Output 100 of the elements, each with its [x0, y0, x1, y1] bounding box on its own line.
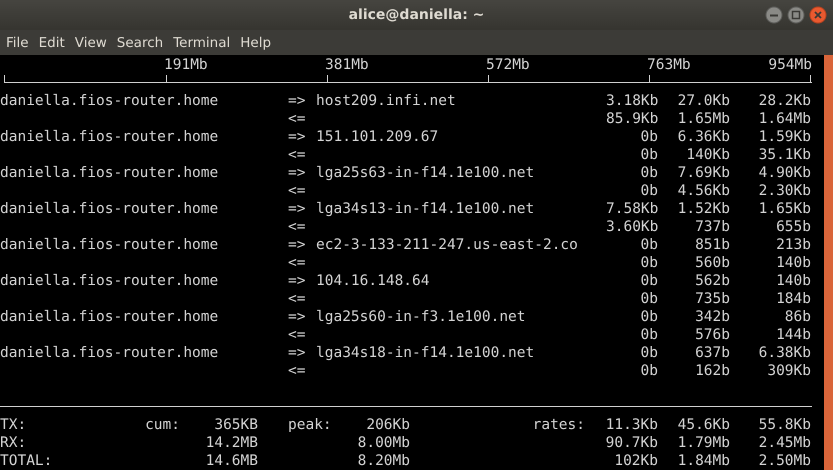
direction-arrow: <=: [288, 254, 306, 272]
scrollbar[interactable]: [824, 55, 833, 470]
rate-value: 140b: [775, 254, 811, 272]
direction-arrow: <=: [288, 146, 306, 164]
peak-value: 8.00Mb: [356, 434, 410, 452]
rate-value: 7.69Kb: [676, 164, 730, 182]
direction-arrow: =>: [288, 200, 306, 218]
remote-host: lga25s63-in-f14.1e100.net: [316, 164, 536, 182]
direction-arrow: <=: [288, 326, 306, 344]
rate-value: 1.84Mb: [676, 452, 730, 470]
local-host: daniella.fios-router.home: [0, 164, 220, 182]
rate-value: 2.30Kb: [758, 182, 811, 200]
rate-value: 11.3Kb: [604, 416, 658, 434]
rate-value: 309Kb: [766, 362, 811, 380]
rate-value: 1.79Mb: [676, 434, 730, 452]
menu-item[interactable]: File: [1, 32, 34, 52]
rate-value: 735b: [694, 290, 730, 308]
rate-value: 140Kb: [685, 146, 730, 164]
cum-value: 365KB: [213, 416, 258, 434]
rate-value: 140b: [775, 272, 811, 290]
local-host: daniella.fios-router.home: [0, 92, 220, 110]
rate-value: 0b: [640, 164, 658, 182]
local-host: daniella.fios-router.home: [0, 236, 220, 254]
direction-arrow: <=: [288, 182, 306, 200]
rates-label: rates:: [532, 417, 585, 433]
remote-host: 104.16.148.64: [316, 272, 430, 290]
direction-arrow: =>: [288, 92, 306, 110]
remote-host: lga34s18-in-f14.1e100.net: [316, 344, 536, 362]
minimize-icon[interactable]: [765, 6, 783, 24]
peak-value: 206Kb: [365, 416, 410, 434]
direction-arrow: <=: [288, 218, 306, 236]
direction-arrow: =>: [288, 128, 306, 146]
rate-value: 144b: [775, 326, 811, 344]
direction-arrow: =>: [288, 308, 306, 326]
rate-value: 1.65Kb: [758, 200, 811, 218]
cum-label: cum:: [145, 417, 180, 433]
scale-label: 572Mb: [486, 56, 531, 74]
rate-value: 35.1Kb: [758, 146, 811, 164]
rate-value: 213b: [775, 236, 811, 254]
scale-label: 381Mb: [325, 56, 370, 74]
rate-value: 184b: [775, 290, 811, 308]
rate-value: 4.90Kb: [758, 164, 811, 182]
rate-value: 86b: [784, 308, 811, 326]
rate-value: 1.59Kb: [758, 128, 811, 146]
rate-value: 0b: [640, 272, 658, 290]
cum-value: 14.2MB: [204, 434, 258, 452]
rate-value: 85.9Kb: [606, 110, 658, 128]
scale-label: 191Mb: [164, 56, 209, 74]
rate-value: 0b: [640, 326, 658, 344]
rate-value: 0b: [640, 236, 658, 254]
rate-value: 1.52Kb: [676, 200, 730, 218]
direction-arrow: <=: [288, 362, 306, 380]
menu-item[interactable]: Search: [112, 32, 168, 52]
maximize-icon[interactable]: [787, 6, 805, 24]
rate-value: 576b: [694, 326, 730, 344]
remote-host: host209.infi.net: [316, 92, 457, 110]
rate-value: 1.64Mb: [758, 110, 811, 128]
rate-value: 737b: [694, 218, 730, 236]
rate-value: 655b: [775, 218, 811, 236]
rate-value: 2.50Mb: [758, 452, 811, 470]
rate-value: 0b: [640, 344, 658, 362]
menu-item[interactable]: Help: [235, 32, 276, 52]
rate-value: 1.65Mb: [676, 110, 730, 128]
remote-host: ec2-3-133-211-247.us-east-2.co: [316, 236, 579, 254]
direction-arrow: <=: [288, 110, 306, 128]
rate-value: 0b: [640, 254, 658, 272]
local-host: daniella.fios-router.home: [0, 200, 220, 218]
scale-label: 763Mb: [647, 56, 692, 74]
rate-value: 3.60Kb: [606, 218, 658, 236]
rate-value: 0b: [640, 146, 658, 164]
rate-value: 28.2Kb: [758, 92, 811, 110]
peak-label: peak:: [288, 417, 332, 433]
rate-value: 6.38Kb: [758, 344, 811, 362]
direction-arrow: =>: [288, 164, 306, 182]
rate-value: 2.45Mb: [758, 434, 811, 452]
cum-value: 14.6MB: [204, 452, 258, 470]
total-label: TOTAL:: [0, 452, 54, 470]
direction-arrow: =>: [288, 344, 306, 362]
rate-value: 0b: [640, 290, 658, 308]
rate-value: 55.8Kb: [758, 416, 811, 434]
total-label: TX:: [0, 416, 28, 434]
direction-arrow: =>: [288, 272, 306, 290]
rate-value: 162b: [694, 362, 730, 380]
rate-value: 0b: [640, 128, 658, 146]
local-host: daniella.fios-router.home: [0, 344, 220, 362]
menu-item[interactable]: View: [70, 32, 112, 52]
rate-value: 4.56Kb: [676, 182, 730, 200]
menu-item[interactable]: Terminal: [168, 32, 236, 52]
local-host: daniella.fios-router.home: [0, 308, 220, 326]
scale-label: 954Mb: [767, 56, 812, 74]
local-host: daniella.fios-router.home: [0, 128, 220, 146]
rate-value: 102Kb: [613, 452, 658, 470]
total-label: RX:: [0, 434, 28, 452]
rate-value: 560b: [694, 254, 730, 272]
rate-value: 6.36Kb: [676, 128, 730, 146]
rate-value: 342b: [694, 308, 730, 326]
direction-arrow: <=: [288, 290, 306, 308]
menu-item[interactable]: Edit: [34, 32, 70, 52]
rate-value: 7.58Kb: [606, 200, 658, 218]
close-icon[interactable]: [809, 6, 827, 24]
